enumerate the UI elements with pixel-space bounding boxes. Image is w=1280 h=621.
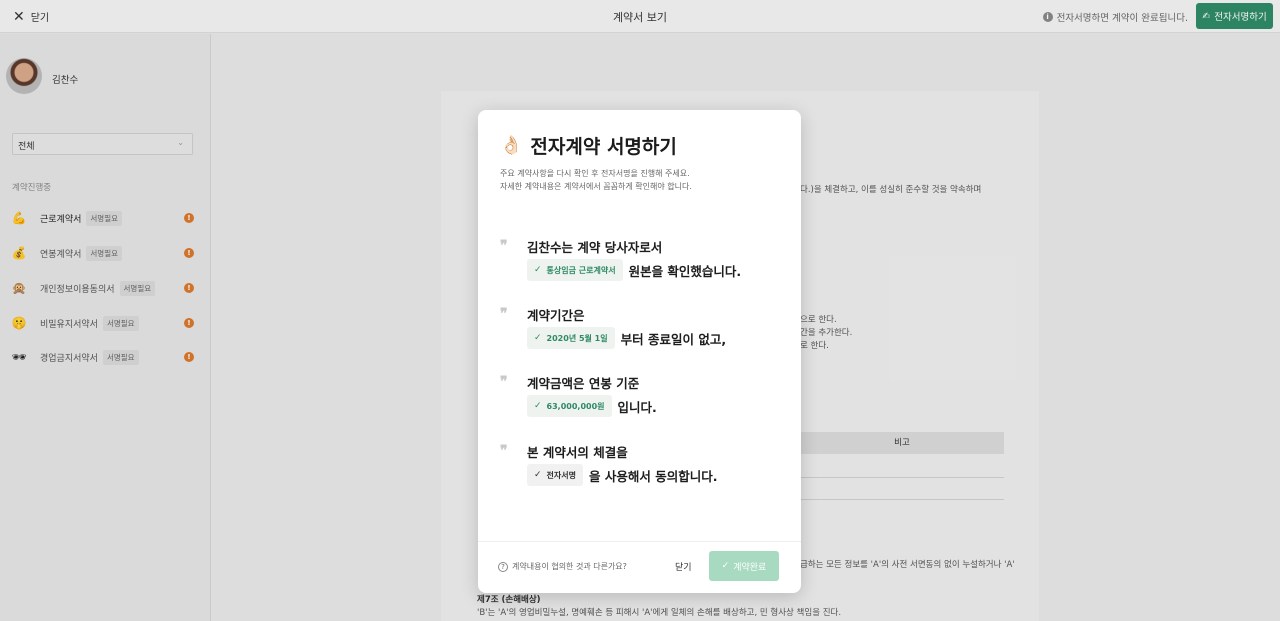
check-icon: ✓: [534, 470, 542, 480]
question-icon: ?: [498, 561, 508, 572]
chip-label: 2020년 5월 1일: [546, 333, 608, 343]
clause-tail: 입니다.: [617, 399, 657, 415]
ok-hand-icon: 👌🏻: [500, 135, 523, 156]
help-link-text: 계약내용이 협의한 것과 다른가요?: [512, 562, 627, 571]
clause-chip: ✓ 전자서명: [527, 464, 583, 486]
check-icon: ✓: [534, 333, 542, 343]
contract-complete-label: 계약완료: [733, 562, 767, 573]
clause-text: 김찬수는 계약 당사자로서: [527, 240, 663, 255]
clause-tail: 을 사용해서 동의합니다.: [589, 468, 718, 484]
modal-title: 👌🏻 전자계약 서명하기: [500, 132, 677, 159]
modal-title-text: 전자계약 서명하기: [530, 136, 677, 158]
clause-text: 계약금액은 연봉 기준: [527, 376, 640, 391]
clause-row: ✓ 63,000,000원 입니다.: [527, 395, 657, 417]
check-icon: ✓: [534, 401, 542, 411]
check-icon: ✓: [721, 561, 730, 571]
clause-chip: ✓ 2020년 5월 1일: [527, 327, 615, 349]
modal-description: 주요 계약사항을 다시 확인 후 전자서명을 진행해 주세요. 자세한 계약내용…: [500, 167, 692, 193]
quote-icon: ❞: [500, 238, 508, 254]
clause-tail: 부터 종료일이 없고,: [620, 331, 727, 347]
clause-chip: ✓ 통상임금 근로계약서: [527, 259, 623, 281]
contract-complete-button[interactable]: ✓ 계약완료: [709, 551, 779, 581]
help-link[interactable]: ? 계약내용이 협의한 것과 다른가요?: [498, 561, 627, 572]
modal-desc-line: 자세한 계약내용은 계약서에서 꼼꼼하게 확인해야 합니다.: [500, 182, 692, 191]
chip-label: 전자서명: [546, 470, 576, 480]
quote-icon: ❞: [500, 443, 508, 459]
clause-text: 계약기간은: [527, 308, 585, 323]
chip-label: 63,000,000원: [546, 401, 605, 411]
quote-icon: ❞: [500, 374, 508, 390]
clause-text: 본 계약서의 체결을: [527, 445, 628, 460]
clause-row: ✓ 통상임금 근로계약서 원본을 확인했습니다.: [527, 259, 741, 281]
modal-close-button[interactable]: 닫기: [669, 557, 698, 579]
e-sign-modal: 👌🏻 전자계약 서명하기 주요 계약사항을 다시 확인 후 전자서명을 진행해 …: [478, 110, 801, 593]
clause-chip: ✓ 63,000,000원: [527, 395, 612, 417]
modal-desc-line: 주요 계약사항을 다시 확인 후 전자서명을 진행해 주세요.: [500, 169, 690, 178]
modal-footer: ? 계약내용이 협의한 것과 다른가요? 닫기 ✓ 계약완료: [478, 541, 801, 593]
chip-label: 통상임금 근로계약서: [546, 265, 616, 275]
check-icon: ✓: [534, 265, 542, 275]
clause-row: ✓ 2020년 5월 1일 부터 종료일이 없고,: [527, 327, 726, 349]
clause-row: ✓ 전자서명 을 사용해서 동의합니다.: [527, 464, 717, 486]
quote-icon: ❞: [500, 306, 508, 322]
clause-tail: 원본을 확인했습니다.: [628, 263, 742, 279]
